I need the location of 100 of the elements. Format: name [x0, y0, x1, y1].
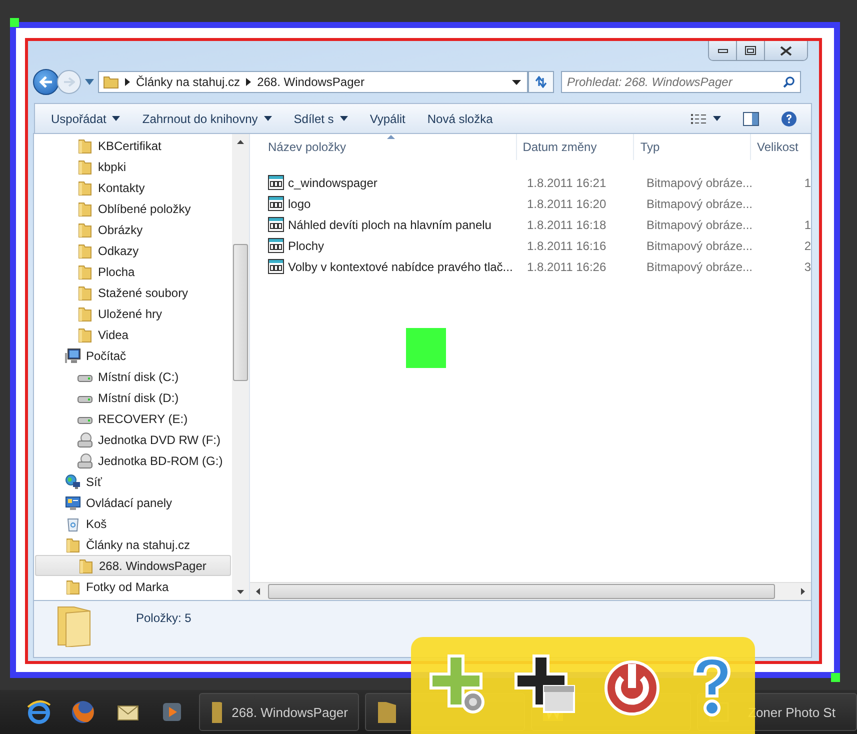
folder-icon — [77, 200, 93, 216]
maximize-button[interactable] — [737, 41, 765, 60]
computer-icon — [65, 348, 81, 364]
nav-item[interactable]: Odkazy — [35, 240, 231, 261]
file-date: 1.8.2011 16:20 — [526, 196, 608, 210]
nav-item[interactable]: Síť — [35, 471, 231, 492]
column-header[interactable]: Velikost — [751, 134, 811, 160]
sort-arrow-icon — [387, 135, 395, 139]
nav-item[interactable]: Ovládací panely — [35, 492, 231, 513]
nav-item[interactable]: Uložené hry — [35, 303, 231, 324]
folder-icon — [77, 306, 93, 322]
scroll-up-icon — [237, 140, 244, 144]
search-icon — [783, 76, 795, 88]
png-file-icon — [268, 196, 284, 211]
scroll-left-icon — [256, 588, 260, 595]
nav-item[interactable]: Oblíbené položky — [35, 198, 231, 219]
file-date: 1.8.2011 16:21 — [526, 176, 608, 190]
nav-item[interactable]: Počítač — [35, 345, 231, 366]
file-size: 1 — [804, 176, 811, 190]
history-caret-icon[interactable] — [85, 79, 94, 85]
refresh-button[interactable] — [528, 71, 554, 93]
file-name[interactable]: logo — [288, 196, 311, 210]
nav-item[interactable]: kbpki — [35, 156, 231, 177]
column-header[interactable]: Datum změny — [516, 134, 634, 160]
toolbar-button[interactable]: Uspořádat — [43, 108, 128, 128]
nav-item[interactable]: KBCertifikat — [35, 135, 231, 156]
hard-drive-icon — [77, 375, 93, 382]
nav-item[interactable]: Místní disk (C:) — [35, 366, 231, 387]
scrollbar-thumb[interactable] — [268, 584, 775, 599]
nav-item[interactable]: 268. WindowsPager — [35, 555, 231, 576]
file-type: Bitmapový obráze... — [645, 218, 754, 232]
nav-item[interactable]: Videa — [35, 324, 231, 345]
file-name[interactable]: Volby v kontextové nabídce pravého tlač... — [288, 260, 513, 274]
folder-icon — [77, 242, 93, 258]
help-icon — [781, 110, 797, 126]
nav-item[interactable]: Stažené soubory — [35, 282, 231, 303]
dropdown-caret-icon[interactable] — [512, 80, 521, 84]
file-date: 1.8.2011 16:18 — [526, 218, 608, 232]
nav-item[interactable]: RECOVERY (E:) — [35, 408, 231, 429]
hard-drive-icon — [77, 417, 93, 424]
nav-item[interactable]: Kontakty — [35, 177, 231, 198]
minimize-button[interactable] — [709, 41, 737, 60]
folder-icon — [77, 222, 93, 238]
right-arrow-icon — [63, 77, 75, 87]
nav-item[interactable]: Koš — [35, 513, 231, 534]
nav-item[interactable]: Obrázky — [35, 219, 231, 240]
toolbar-button[interactable]: Zahrnout do knihovny — [134, 108, 280, 128]
nav-item[interactable]: Místní disk (D:) — [35, 387, 231, 408]
nav-item[interactable]: Články na stahuj.cz — [35, 534, 231, 555]
address-bar[interactable]: Články na stahuj.cz 268. WindowsPager — [98, 71, 528, 93]
folder-icon — [78, 558, 94, 574]
breadcrumb-arrow-icon[interactable] — [125, 78, 130, 86]
scrollbar-thumb[interactable] — [233, 244, 248, 381]
fox-globe-icon — [70, 699, 96, 725]
nav-item[interactable]: Fotky od Marka — [35, 576, 231, 597]
minimize-icon — [718, 48, 728, 52]
disc-drive-icon — [77, 432, 93, 448]
file-name[interactable]: Náhled devíti ploch na hlavním panelu — [288, 218, 492, 232]
breadcrumb[interactable]: 268. WindowsPager — [257, 75, 364, 89]
scroll-right-icon — [801, 588, 805, 595]
nav-item[interactable]: Jednotka BD-ROM (G:) — [35, 450, 231, 471]
hard-drive-icon — [77, 396, 93, 403]
folder-icon — [65, 536, 81, 552]
toolbar-button[interactable]: Vypálit — [362, 108, 414, 128]
folder-icon — [210, 700, 222, 724]
control-panel-icon — [65, 494, 81, 510]
letter-e-icon — [26, 699, 52, 725]
file-type: Bitmapový obráze... — [645, 238, 754, 252]
column-header[interactable]: Název položky — [250, 134, 517, 160]
file-size: 1 — [804, 218, 811, 232]
back-button[interactable] — [33, 69, 59, 95]
file-name[interactable]: c_windowspager — [288, 176, 378, 190]
folder-icon — [103, 75, 119, 89]
folder-icon — [65, 578, 81, 594]
nav-item[interactable]: Jednotka DVD RW (F:) — [35, 429, 231, 450]
toolbar-button[interactable]: Sdílet s — [286, 108, 356, 128]
file-type: Bitmapový obráze... — [645, 196, 754, 210]
list-view-icon — [691, 112, 707, 124]
corner-marker — [10, 18, 19, 27]
maximize-icon — [745, 46, 756, 55]
folder-icon — [77, 138, 93, 154]
disc-drive-icon — [77, 452, 93, 468]
close-icon — [780, 46, 792, 56]
taskbar-button[interactable]: 268. WindowsPager — [199, 693, 359, 731]
breadcrumb[interactable]: Články na stahuj.cz — [136, 75, 240, 89]
file-name[interactable]: Plochy — [288, 238, 324, 252]
file-date: 1.8.2011 16:26 — [526, 260, 608, 274]
horizontal-scrollbar[interactable] — [250, 582, 811, 600]
nav-item[interactable]: Plocha — [35, 261, 231, 282]
vertical-scrollbar[interactable] — [232, 134, 249, 600]
close-button[interactable] — [765, 41, 807, 60]
column-header[interactable]: Typ — [634, 134, 751, 160]
folder-icon — [77, 264, 93, 280]
search-field[interactable]: Prohledat: 268. WindowsPager — [561, 71, 801, 93]
file-size: 2 — [804, 238, 811, 252]
png-file-icon — [268, 175, 284, 190]
folder-icon — [77, 326, 93, 342]
file-size: 3 — [804, 260, 811, 274]
toolbar-button[interactable]: Nová složka — [419, 108, 501, 128]
breadcrumb-arrow-icon[interactable] — [246, 78, 252, 86]
